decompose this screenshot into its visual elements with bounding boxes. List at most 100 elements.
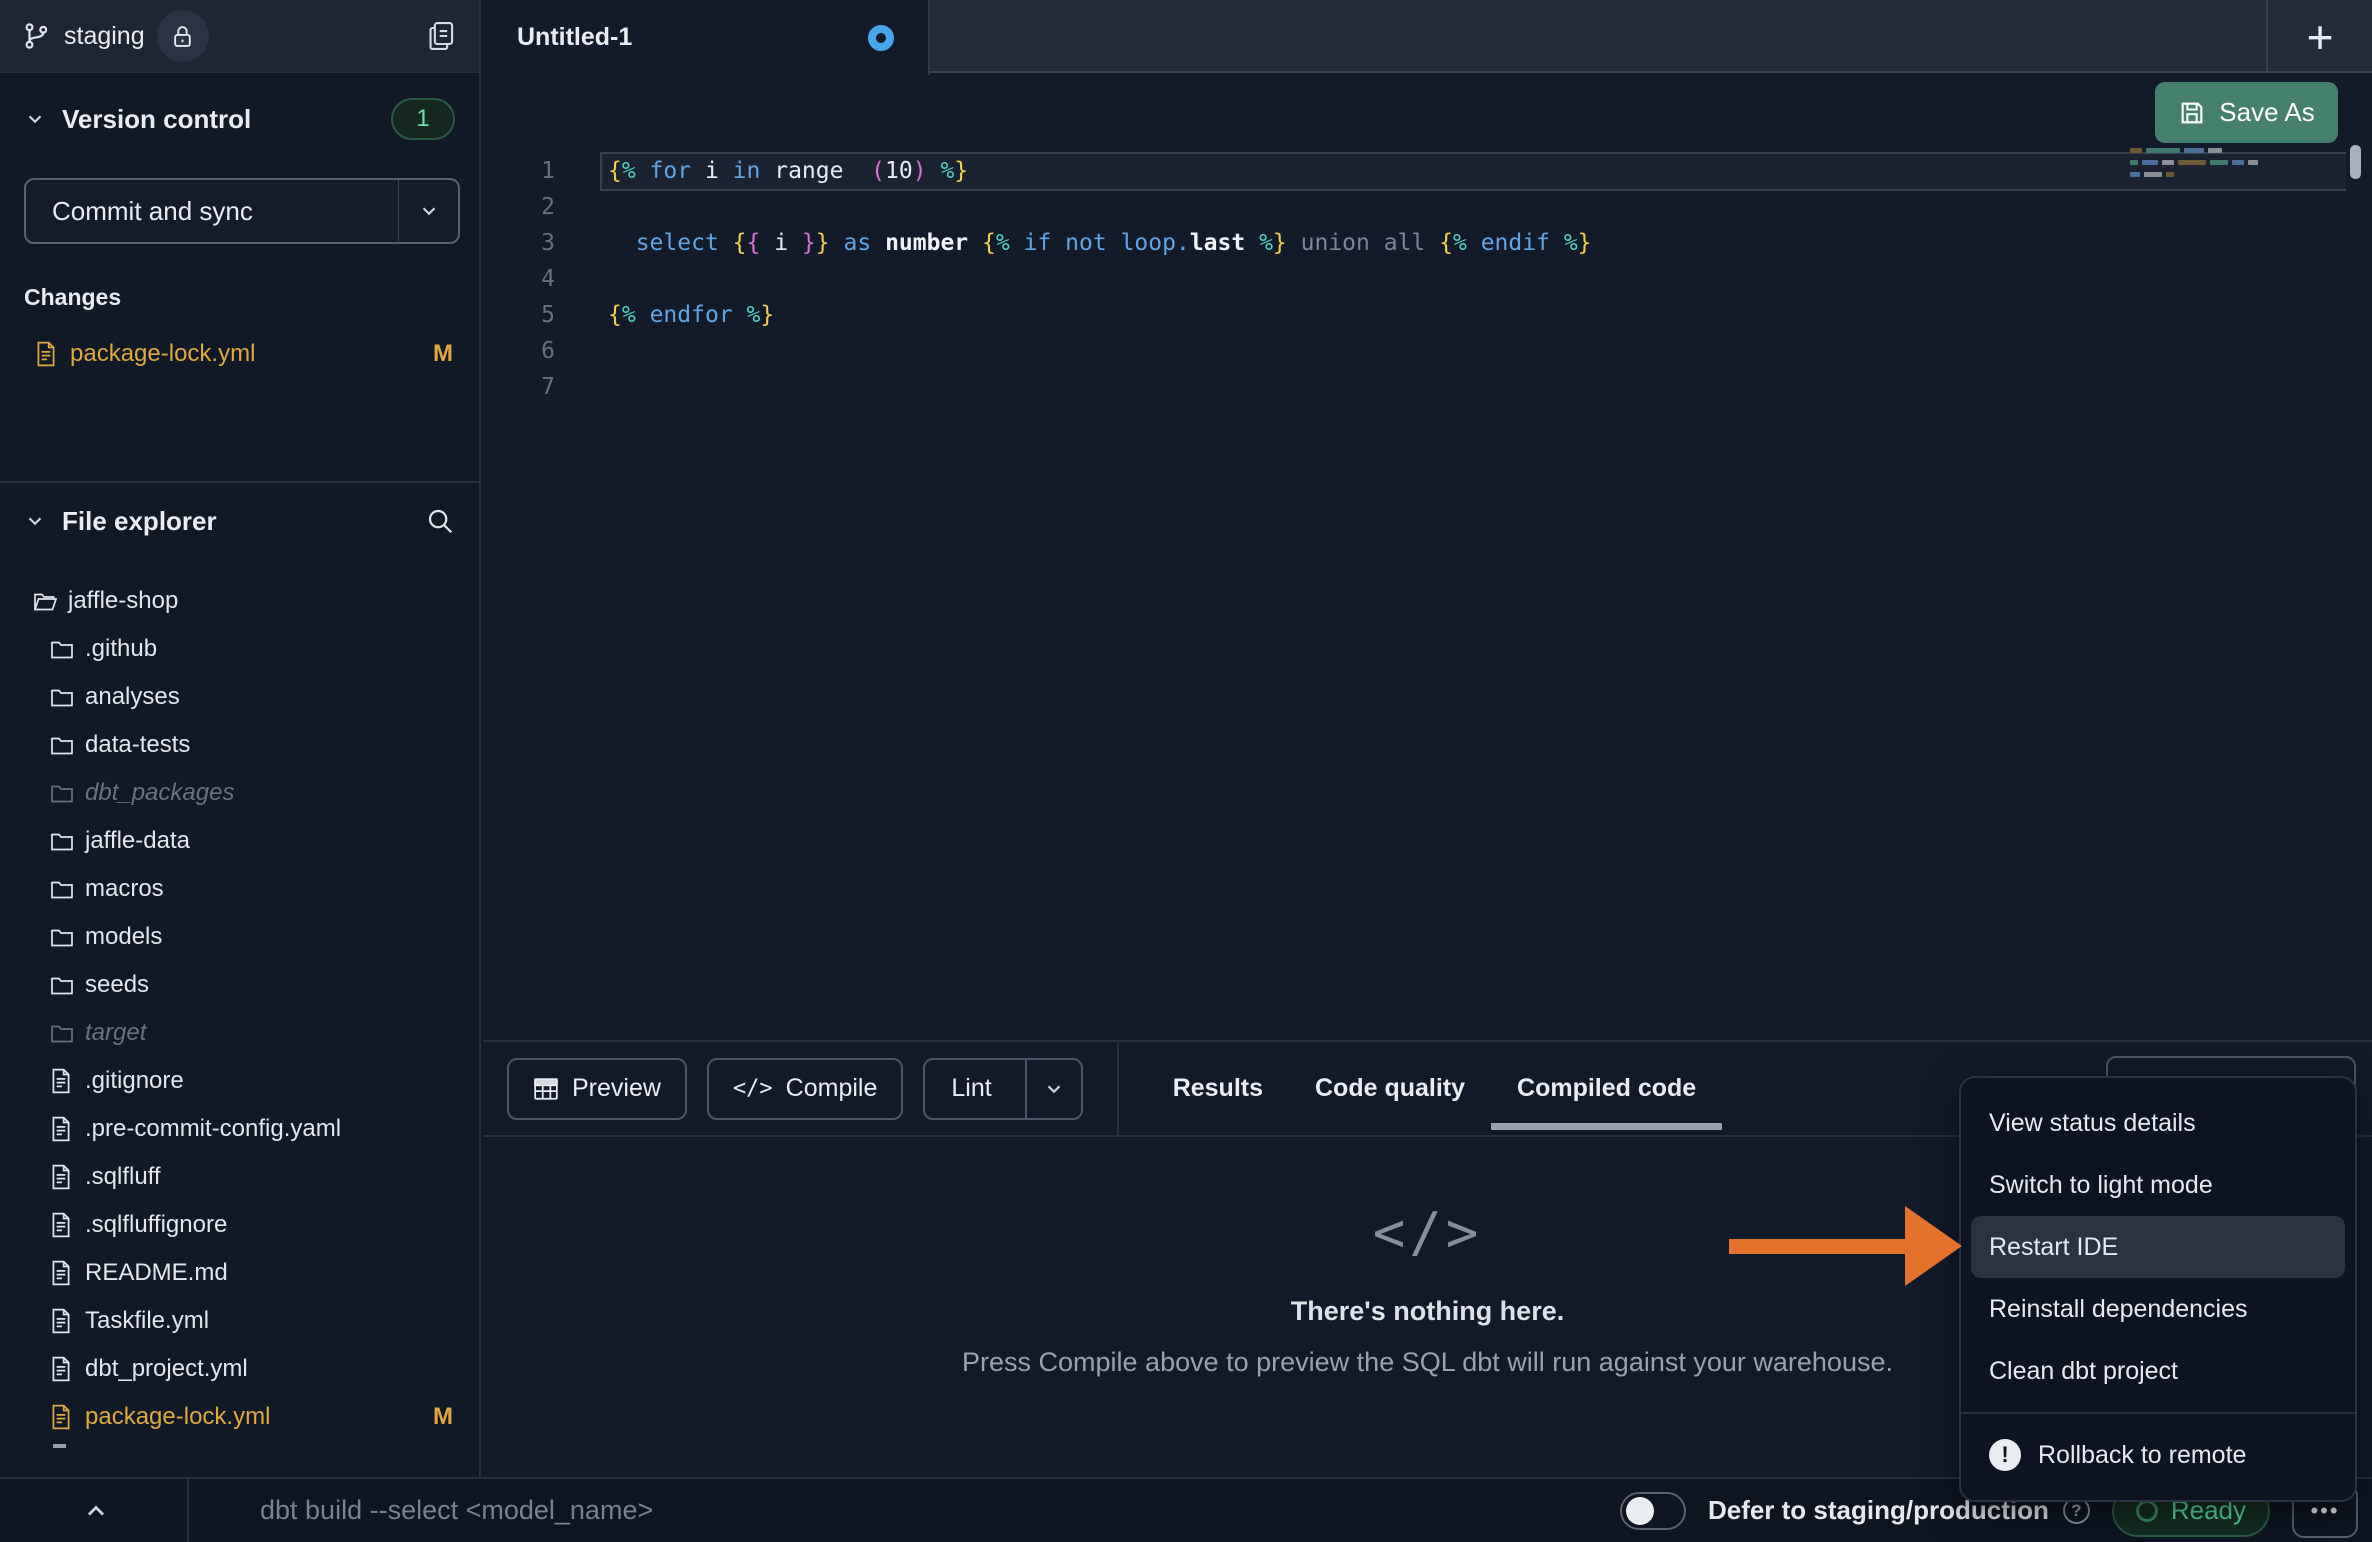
folder-item-dbt_packages[interactable]: dbt_packages [0, 769, 479, 817]
command-input[interactable]: dbt build --select <model_name> [260, 1495, 653, 1526]
version-control-section: Version control 1 Commit and sync Change… [0, 73, 479, 378]
empty-state-description: Press Compile above to preview the SQL d… [962, 1347, 1893, 1378]
code-line-5[interactable]: 5{% endfor %} [483, 297, 2372, 333]
file-item-dbt_project.yml[interactable]: dbt_project.yml [0, 1345, 479, 1393]
line-number: 3 [483, 225, 555, 261]
folder-item-.github[interactable]: .github [0, 625, 479, 673]
section-title: Version control [62, 104, 251, 135]
code-brackets-icon: </> [1373, 1201, 1483, 1264]
branch-bar: staging [0, 0, 479, 73]
preview-label: Preview [572, 1074, 661, 1103]
menu-divider [1961, 1412, 2355, 1414]
panel-tab-compiled-code[interactable]: Compiled code [1491, 1042, 1722, 1135]
code-editor[interactable]: 1{% for i in range (10) %}23 select {{ i… [483, 75, 2372, 1040]
code-line-7[interactable]: 7 [483, 369, 2372, 405]
section-title: File explorer [62, 506, 217, 537]
compile-button[interactable]: </> Compile [707, 1058, 903, 1120]
folder-item-jaffle-shop[interactable]: jaffle-shop [0, 577, 479, 625]
lint-button[interactable]: Lint [923, 1058, 1082, 1120]
panel-tabs: ResultsCode qualityCompiled code [1147, 1042, 1723, 1135]
menu-item-reinstall-dependencies[interactable]: Reinstall dependencies [1971, 1278, 2345, 1340]
item-name: dbt_packages [85, 779, 234, 807]
changes-list: package-lock.ymlM [0, 330, 479, 378]
folder-item-analyses[interactable]: analyses [0, 673, 479, 721]
code-line-2[interactable]: 2 [483, 189, 2372, 225]
branch-locked-badge [157, 10, 209, 62]
line-number: 5 [483, 297, 555, 333]
commit-options-dropdown[interactable] [398, 180, 458, 242]
item-name: .sqlfluffignore [85, 1211, 227, 1239]
file-item-Taskfile.yml[interactable]: Taskfile.yml [0, 1297, 479, 1345]
file-icon [50, 1212, 74, 1238]
line-number: 2 [483, 189, 555, 225]
change-item-package-lock.yml[interactable]: package-lock.ymlM [0, 330, 479, 378]
file-item-.sqlfluff[interactable]: .sqlfluff [0, 1153, 479, 1201]
file-name: package-lock.yml [70, 340, 255, 368]
file-item-README.md[interactable]: README.md [0, 1249, 479, 1297]
branch-name[interactable]: staging [64, 22, 145, 51]
status-context-menu: View status detailsSwitch to light modeR… [1959, 1076, 2357, 1502]
save-icon [2178, 99, 2206, 127]
version-control-header[interactable]: Version control 1 [0, 97, 479, 141]
line-content [555, 266, 608, 292]
code-line-4[interactable]: 4 [483, 261, 2372, 297]
item-name: .gitignore [85, 1067, 184, 1095]
defer-toggle[interactable] [1620, 1492, 1686, 1530]
folder-icon [50, 974, 74, 996]
chevron-down-icon [1043, 1078, 1065, 1100]
folder-item-target[interactable]: target [0, 1009, 479, 1057]
compile-label: Compile [786, 1074, 878, 1103]
code-line-6[interactable]: 6 [483, 333, 2372, 369]
file-icon [50, 1164, 74, 1190]
folder-item-macros[interactable]: macros [0, 865, 479, 913]
folder-item-seeds[interactable]: seeds [0, 961, 479, 1009]
chevron-up-icon[interactable] [82, 1497, 110, 1525]
file-icon [35, 341, 59, 367]
file-icon [50, 1404, 74, 1430]
item-name: .sqlfluff [85, 1163, 161, 1191]
folder-item-jaffle-data[interactable]: jaffle-data [0, 817, 479, 865]
commit-button-label: Commit and sync [26, 196, 253, 227]
item-name: macros [85, 875, 164, 903]
editor-scrollbar-thumb[interactable] [2350, 145, 2361, 179]
menu-item-rollback-to-remote[interactable]: !Rollback to remote [1971, 1424, 2345, 1486]
new-tab-button[interactable]: + [2266, 0, 2372, 73]
code-line-3[interactable]: 3 select {{ i }} as number {% if not loo… [483, 225, 2372, 261]
preview-button[interactable]: Preview [507, 1058, 687, 1120]
line-content: select {{ i }} as number {% if not loop.… [555, 230, 1592, 256]
code-line-1[interactable]: 1{% for i in range (10) %} [483, 153, 2372, 189]
panel-tab-code-quality[interactable]: Code quality [1289, 1042, 1491, 1135]
chevron-down-icon [24, 108, 46, 130]
copy-icon[interactable] [425, 20, 457, 52]
file-item-.sqlfluffignore[interactable]: .sqlfluffignore [0, 1201, 479, 1249]
file-icon [50, 1356, 74, 1382]
line-number: 1 [483, 153, 555, 189]
item-name: models [85, 923, 162, 951]
item-name: target [85, 1019, 146, 1047]
table-icon [533, 1077, 559, 1101]
minimap-line [2130, 148, 2300, 153]
partially-visible-file-item [53, 1444, 66, 1448]
lint-options-dropdown[interactable] [1025, 1060, 1081, 1118]
file-item-.gitignore[interactable]: .gitignore [0, 1057, 479, 1105]
search-icon[interactable] [425, 506, 455, 536]
file-item-package-lock.yml[interactable]: package-lock.ymlM [0, 1393, 479, 1441]
item-name: .github [85, 635, 157, 663]
item-name: dbt_project.yml [85, 1355, 248, 1383]
tab-untitled-1[interactable]: Untitled-1 [483, 0, 930, 75]
save-as-button[interactable]: Save As [2155, 82, 2338, 143]
save-as-label: Save As [2219, 97, 2314, 128]
menu-item-clean-dbt-project[interactable]: Clean dbt project [1971, 1340, 2345, 1402]
line-number: 4 [483, 261, 555, 297]
file-item-.pre-commit-config.yaml[interactable]: .pre-commit-config.yaml [0, 1105, 479, 1153]
menu-item-switch-to-light-mode[interactable]: Switch to light mode [1971, 1154, 2345, 1216]
file-explorer-header[interactable]: File explorer [0, 499, 479, 543]
folder-item-models[interactable]: models [0, 913, 479, 961]
menu-item-restart-ide[interactable]: Restart IDE [1971, 1216, 2345, 1278]
panel-tab-results[interactable]: Results [1147, 1042, 1289, 1135]
toggle-knob [1626, 1497, 1654, 1525]
menu-item-view-status-details[interactable]: View status details [1971, 1092, 2345, 1154]
commit-and-sync-button[interactable]: Commit and sync [24, 178, 460, 244]
folder-item-data-tests[interactable]: data-tests [0, 721, 479, 769]
lock-icon [172, 25, 193, 48]
